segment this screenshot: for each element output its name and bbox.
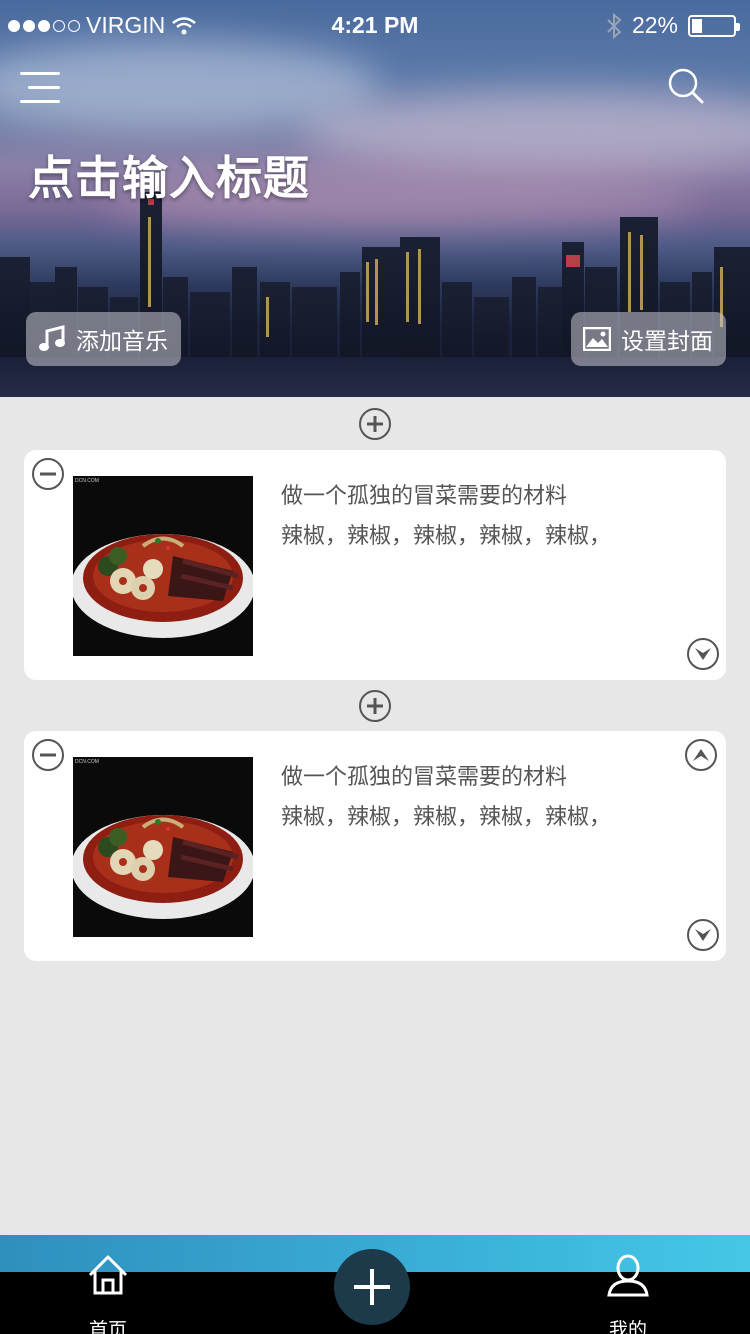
- chevron-down-icon: [695, 648, 711, 660]
- add-music-label: 添加音乐: [76, 329, 168, 355]
- battery-icon: [688, 14, 740, 37]
- tab-mine-label: 我的: [608, 1319, 647, 1334]
- move-up-button[interactable]: [685, 739, 717, 771]
- step-title[interactable]: 做一个孤独的冒菜需要的材料: [281, 478, 567, 510]
- step-title[interactable]: 做一个孤独的冒菜需要的材料: [281, 759, 567, 791]
- status-right: 22%: [606, 12, 740, 39]
- page-title-input[interactable]: 点击输入标题: [28, 142, 310, 208]
- step-description[interactable]: 辣椒，辣椒，辣椒，辣椒，辣椒，: [281, 799, 611, 831]
- insert-step-button[interactable]: [359, 408, 391, 440]
- dish-image: DCN.COM: [73, 757, 253, 937]
- set-cover-button[interactable]: 设置封面: [571, 312, 726, 366]
- dish-image: DCN.COM: [73, 476, 253, 656]
- move-down-button[interactable]: [687, 638, 719, 670]
- menu-line: [28, 86, 60, 89]
- move-down-button[interactable]: [687, 919, 719, 951]
- set-cover-label: 设置封面: [621, 329, 713, 355]
- status-bar: VIRGIN 4:21 PM 22%: [0, 0, 750, 50]
- tab-mine[interactable]: 我的: [578, 1253, 678, 1334]
- image-icon: [583, 327, 611, 351]
- menu-line: [20, 100, 60, 103]
- tab-home-label: 首页: [88, 1319, 127, 1334]
- step-card: DCN.COM 做一个孤独的冒菜需要的材料 辣椒，辣椒，辣椒，辣椒，辣椒，: [24, 731, 726, 961]
- tab-home[interactable]: 首页: [58, 1253, 158, 1334]
- chevron-up-icon: [693, 749, 709, 761]
- remove-step-button[interactable]: [32, 739, 64, 771]
- add-music-button[interactable]: 添加音乐: [26, 312, 181, 366]
- dish-photo[interactable]: DCN.COM: [73, 476, 253, 656]
- svg-text:DCN.COM: DCN.COM: [75, 759, 99, 765]
- search-icon[interactable]: [666, 66, 706, 106]
- menu-button[interactable]: [20, 70, 62, 104]
- chevron-down-icon: [695, 929, 711, 941]
- user-icon: [607, 1254, 649, 1297]
- remove-step-button[interactable]: [32, 458, 64, 490]
- bluetooth-icon: [607, 12, 622, 39]
- svg-text:DCN.COM: DCN.COM: [75, 478, 99, 484]
- header-hero: VIRGIN 4:21 PM 22% 点击输入标题 添加音乐 设置封面: [0, 0, 750, 397]
- create-button[interactable]: [334, 1249, 410, 1325]
- step-description[interactable]: 辣椒，辣椒，辣椒，辣椒，辣椒，: [281, 518, 611, 550]
- menu-line: [20, 72, 60, 75]
- music-note-icon: [39, 325, 65, 351]
- battery-percent: 22%: [631, 12, 678, 38]
- step-card: DCN.COM 做一个孤独的冒菜需要的材料 辣椒，辣椒，辣椒，辣椒，辣椒，: [24, 450, 726, 680]
- tab-bar: 首页 我的: [0, 1235, 750, 1334]
- home-icon: [88, 1255, 128, 1295]
- insert-step-button[interactable]: [359, 690, 391, 722]
- dish-photo[interactable]: DCN.COM: [73, 757, 253, 937]
